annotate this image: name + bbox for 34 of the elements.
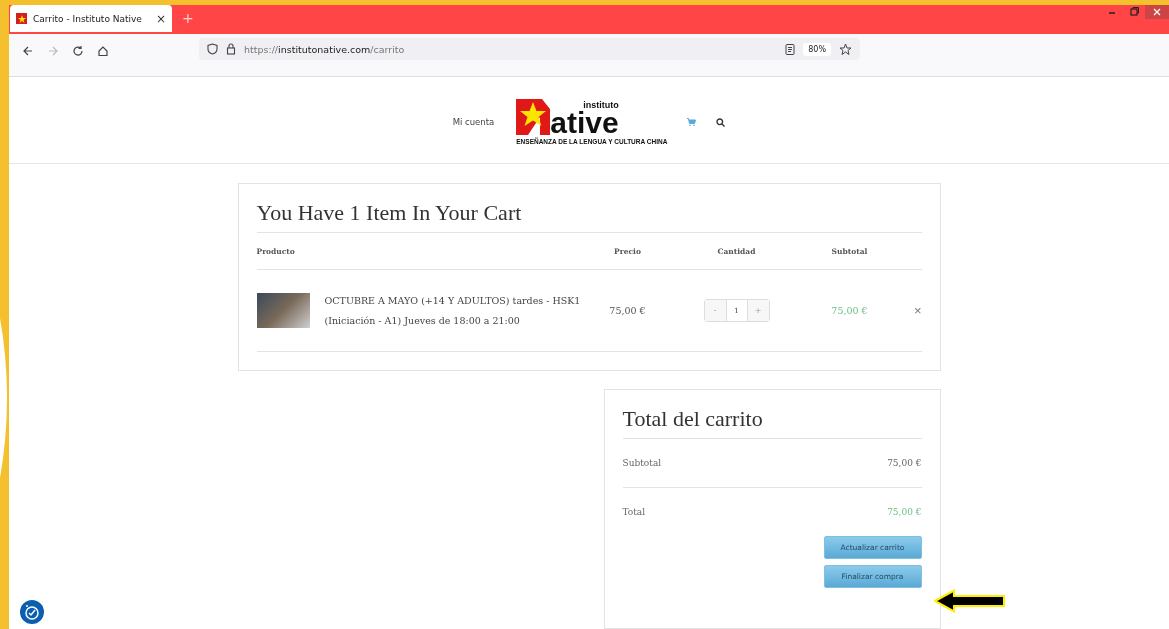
pointer-arrow-drawing bbox=[934, 589, 1006, 613]
logo-text: instituto bbox=[583, 100, 619, 110]
product-name[interactable]: OCTUBRE A MAYO (+14 Y ADULTOS) tardes - HSK1 (Iniciación - A1) Jueves de 18:00 a 21:00 bbox=[324, 290, 592, 331]
total-value: 75,00 € bbox=[887, 458, 922, 468]
close-icon[interactable] bbox=[1145, 5, 1169, 19]
total-value: 75,00 € bbox=[887, 507, 922, 517]
reader-view-icon[interactable] bbox=[785, 43, 796, 55]
home-icon[interactable] bbox=[97, 45, 109, 57]
total-label: Total bbox=[622, 507, 646, 517]
reload-icon[interactable] bbox=[72, 45, 84, 57]
remove-button[interactable]: × bbox=[913, 303, 924, 318]
address-bar[interactable]: https://institutonative.com/carrito 80% bbox=[199, 38, 860, 60]
site-logo-icon bbox=[16, 13, 27, 24]
search-icon[interactable] bbox=[716, 117, 726, 127]
photo-placeholder bbox=[256, 293, 310, 328]
zoom-level-badge[interactable]: 80% bbox=[803, 42, 831, 56]
shield-icon bbox=[207, 43, 218, 55]
totals-title: Total del carrito bbox=[622, 406, 922, 439]
logo-mark-icon bbox=[516, 99, 551, 136]
account-link[interactable]: Mi cuenta bbox=[452, 117, 495, 128]
star-icon[interactable] bbox=[839, 42, 852, 56]
browser-tab[interactable]: Carrito - Instituto Native × bbox=[10, 5, 172, 32]
back-icon[interactable] bbox=[22, 45, 34, 57]
cart-icon[interactable] bbox=[687, 118, 697, 127]
cart-title: You Have 1 Item In Your Cart bbox=[256, 200, 922, 233]
total-label: Subtotal bbox=[622, 458, 662, 468]
tab-close-button[interactable]: × bbox=[155, 11, 166, 26]
accessibility-icon[interactable] bbox=[20, 600, 44, 624]
product-price: 75,00 € bbox=[608, 305, 647, 316]
product-subtotal: 75,00 € bbox=[830, 305, 869, 316]
lock-icon bbox=[226, 43, 236, 55]
tab-title: Carrito - Instituto Native bbox=[33, 13, 143, 24]
url-text: https://institutonative.com/carrito bbox=[244, 43, 406, 55]
logo-wordmark: ative bbox=[550, 109, 619, 136]
